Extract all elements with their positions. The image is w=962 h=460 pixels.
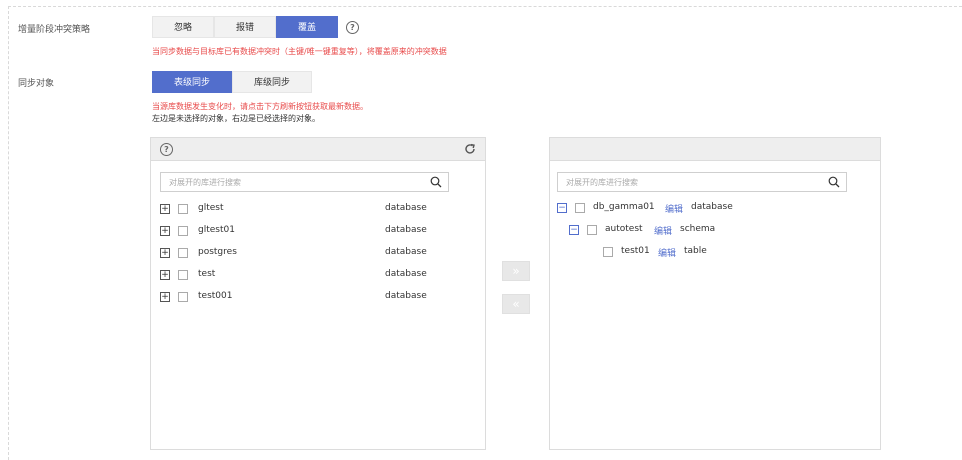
- item-checkbox[interactable]: [178, 248, 188, 258]
- help-icon[interactable]: ?: [346, 21, 359, 34]
- list-item[interactable]: + postgres database: [160, 246, 480, 260]
- item-checkbox[interactable]: [178, 226, 188, 236]
- tree-node-schema[interactable]: − autotest 编辑 schema: [569, 223, 869, 237]
- item-checkbox[interactable]: [178, 270, 188, 280]
- search-icon[interactable]: [828, 176, 840, 188]
- search-icon[interactable]: [430, 176, 442, 188]
- collapse-icon[interactable]: −: [569, 225, 579, 235]
- node-name: db_gamma01: [593, 202, 655, 212]
- selected-objects-panel: 对展开的库进行搜索 − db_gamma01 编辑 database − aut…: [549, 137, 881, 450]
- node-type: database: [691, 202, 733, 212]
- expand-icon[interactable]: +: [160, 226, 170, 236]
- error-option[interactable]: 报错: [214, 16, 276, 38]
- expand-icon[interactable]: +: [160, 248, 170, 258]
- refresh-icon[interactable]: [464, 143, 476, 155]
- node-name: test01: [621, 246, 650, 256]
- selected-search-input[interactable]: 对展开的库进行搜索: [557, 172, 847, 192]
- item-name: test: [198, 269, 216, 279]
- node-type: schema: [680, 224, 716, 234]
- node-name: autotest: [605, 224, 643, 234]
- list-item[interactable]: + test database: [160, 268, 480, 282]
- item-type: database: [385, 269, 427, 279]
- node-checkbox[interactable]: [603, 247, 613, 257]
- item-name: gltest: [198, 203, 224, 213]
- source-search-input[interactable]: 对展开的库进行搜索: [160, 172, 449, 192]
- item-name: test001: [198, 291, 233, 301]
- db-level-sync-option[interactable]: 库级同步: [232, 71, 312, 93]
- help-icon[interactable]: ?: [160, 143, 173, 156]
- table-level-sync-option[interactable]: 表级同步: [152, 71, 232, 93]
- overwrite-option[interactable]: 覆盖: [276, 16, 338, 38]
- edit-link[interactable]: 编辑: [658, 246, 676, 259]
- item-name: gltest01: [198, 225, 235, 235]
- selection-note: 左边是未选择的对象，右边是已经选择的对象。: [152, 114, 320, 123]
- conflict-strategy-label: 增量阶段冲突策略: [18, 25, 91, 35]
- list-item[interactable]: + gltest database: [160, 202, 480, 216]
- conflict-strategy-segmented: 忽略 报错 覆盖: [152, 16, 338, 38]
- collapse-icon[interactable]: −: [557, 203, 567, 213]
- refresh-warning: 当源库数据发生变化时，请点击下方刷新按钮获取最新数据。: [152, 102, 368, 111]
- ignore-option[interactable]: 忽略: [152, 16, 214, 38]
- selected-panel-header: [550, 138, 880, 161]
- item-type: database: [385, 291, 427, 301]
- sync-level-segmented: 表级同步 库级同步: [152, 71, 312, 93]
- source-objects-panel: ? 对展开的库进行搜索 + gltest database + gltest01…: [150, 137, 486, 450]
- edit-link[interactable]: 编辑: [654, 224, 672, 237]
- list-item[interactable]: + gltest01 database: [160, 224, 480, 238]
- source-panel-header: ?: [151, 138, 485, 161]
- expand-icon[interactable]: +: [160, 292, 170, 302]
- tree-node-database[interactable]: − db_gamma01 编辑 database: [557, 201, 877, 215]
- source-search-placeholder: 对展开的库进行搜索: [169, 178, 241, 187]
- node-checkbox[interactable]: [575, 203, 585, 213]
- move-left-button[interactable]: «: [502, 294, 530, 314]
- sync-objects-label: 同步对象: [18, 79, 55, 89]
- move-right-button[interactable]: »: [502, 261, 530, 281]
- edit-link[interactable]: 编辑: [665, 202, 683, 215]
- list-item[interactable]: + test001 database: [160, 290, 480, 304]
- expand-icon[interactable]: +: [160, 204, 170, 214]
- item-type: database: [385, 203, 427, 213]
- selected-search-placeholder: 对展开的库进行搜索: [566, 178, 638, 187]
- item-name: postgres: [198, 247, 237, 257]
- item-checkbox[interactable]: [178, 204, 188, 214]
- expand-icon[interactable]: +: [160, 270, 170, 280]
- tree-node-table[interactable]: test01 编辑 table: [603, 245, 863, 259]
- conflict-warning: 当同步数据与目标库已有数据冲突时（主键/唯一键重复等），将覆盖原来的冲突数据: [152, 47, 447, 56]
- item-type: database: [385, 247, 427, 257]
- item-checkbox[interactable]: [178, 292, 188, 302]
- item-type: database: [385, 225, 427, 235]
- node-checkbox[interactable]: [587, 225, 597, 235]
- node-type: table: [684, 246, 707, 256]
